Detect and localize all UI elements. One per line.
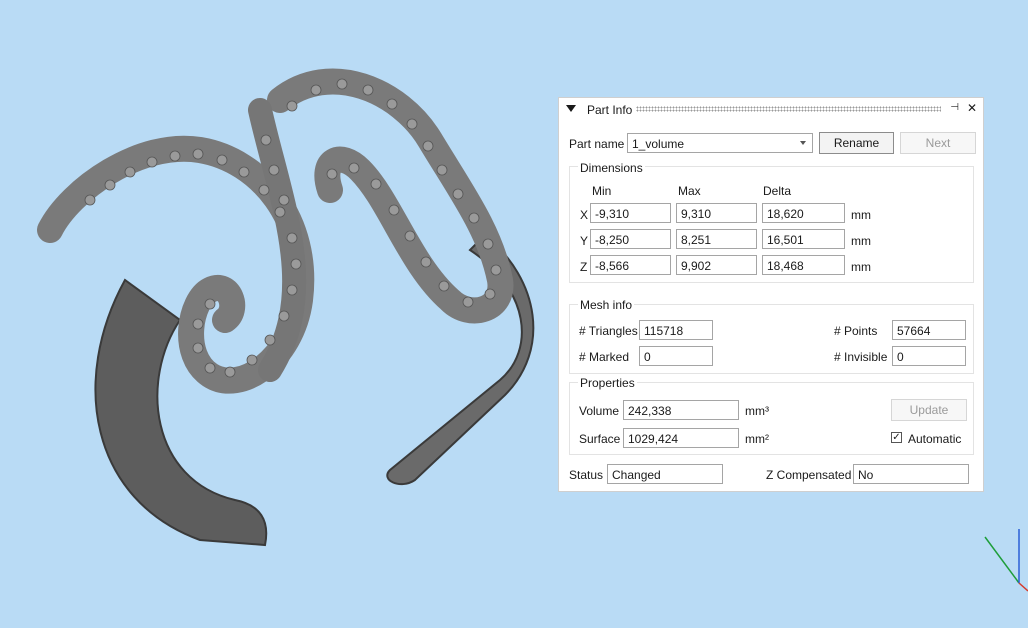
status-field[interactable]: Changed [607,464,723,484]
col-min-label: Min [592,184,612,198]
z-compensated-label: Z Compensated [766,468,852,482]
part-info-panel: Part Info ⊣ ✕ Part name 1_volume Rename … [558,97,984,492]
chevron-down-icon [800,141,806,145]
marked-field[interactable]: 0 [639,346,713,366]
axis-x-label: X [580,208,589,222]
dimensions-title: Dimensions [578,161,645,175]
mesh-info-title: Mesh info [578,298,635,312]
pin-icon[interactable]: ⊣ [950,102,959,113]
properties-title: Properties [578,376,637,390]
close-icon[interactable]: ✕ [967,101,977,115]
next-button[interactable]: Next [900,132,976,154]
axis-z-label: Z [580,260,588,274]
drag-grip[interactable] [636,106,941,112]
invisible-label: # Invisible [834,350,888,364]
x-unit-label: mm [851,208,871,222]
x-delta-field[interactable]: 18,620 [762,203,845,223]
y-delta-field[interactable]: 16,501 [762,229,845,249]
col-delta-label: Delta [763,184,792,198]
invisible-field[interactable]: 0 [892,346,966,366]
ring-ornament-left [37,135,315,394]
ring-model[interactable] [30,50,550,560]
x-min-field[interactable]: -9,310 [590,203,671,223]
part-name-select[interactable]: 1_volume [627,133,813,153]
z-delta-field[interactable]: 18,468 [762,255,845,275]
axis-y-label: Y [580,234,589,248]
y-max-field[interactable]: 8,251 [676,229,757,249]
z-compensated-field[interactable]: No [853,464,969,484]
axis-triad-icon [984,529,1028,592]
volume-field[interactable]: 242,338 [623,400,739,420]
z-unit-label: mm [851,260,871,274]
surface-label: Surface [579,432,621,446]
col-max-label: Max [678,184,701,198]
part-name-label: Part name [569,137,625,151]
surface-field[interactable]: 1029,424 [623,428,739,448]
collapse-triangle-icon[interactable] [566,105,576,112]
x-max-field[interactable]: 9,310 [676,203,757,223]
rename-button[interactable]: Rename [819,132,894,154]
y-unit-label: mm [851,234,871,248]
status-label: Status [569,468,604,482]
automatic-label: Automatic [908,432,962,446]
automatic-checkbox[interactable]: ✓ [891,432,902,443]
update-button[interactable]: Update [891,399,967,421]
volume-unit: mm³ [745,404,769,418]
triangles-field[interactable]: 115718 [639,320,713,340]
surface-unit: mm² [745,432,769,446]
points-field[interactable]: 57664 [892,320,966,340]
volume-label: Volume [579,404,620,418]
panel-titlebar[interactable]: Part Info ⊣ ✕ [559,98,983,120]
y-min-field[interactable]: -8,250 [590,229,671,249]
marked-label: # Marked [579,350,630,364]
panel-title: Part Info [587,103,633,117]
z-max-field[interactable]: 9,902 [676,255,757,275]
z-min-field[interactable]: -8,566 [590,255,671,275]
points-label: # Points [834,324,878,338]
triangles-label: # Triangles [579,324,638,338]
part-name-value: 1_volume [632,137,685,151]
